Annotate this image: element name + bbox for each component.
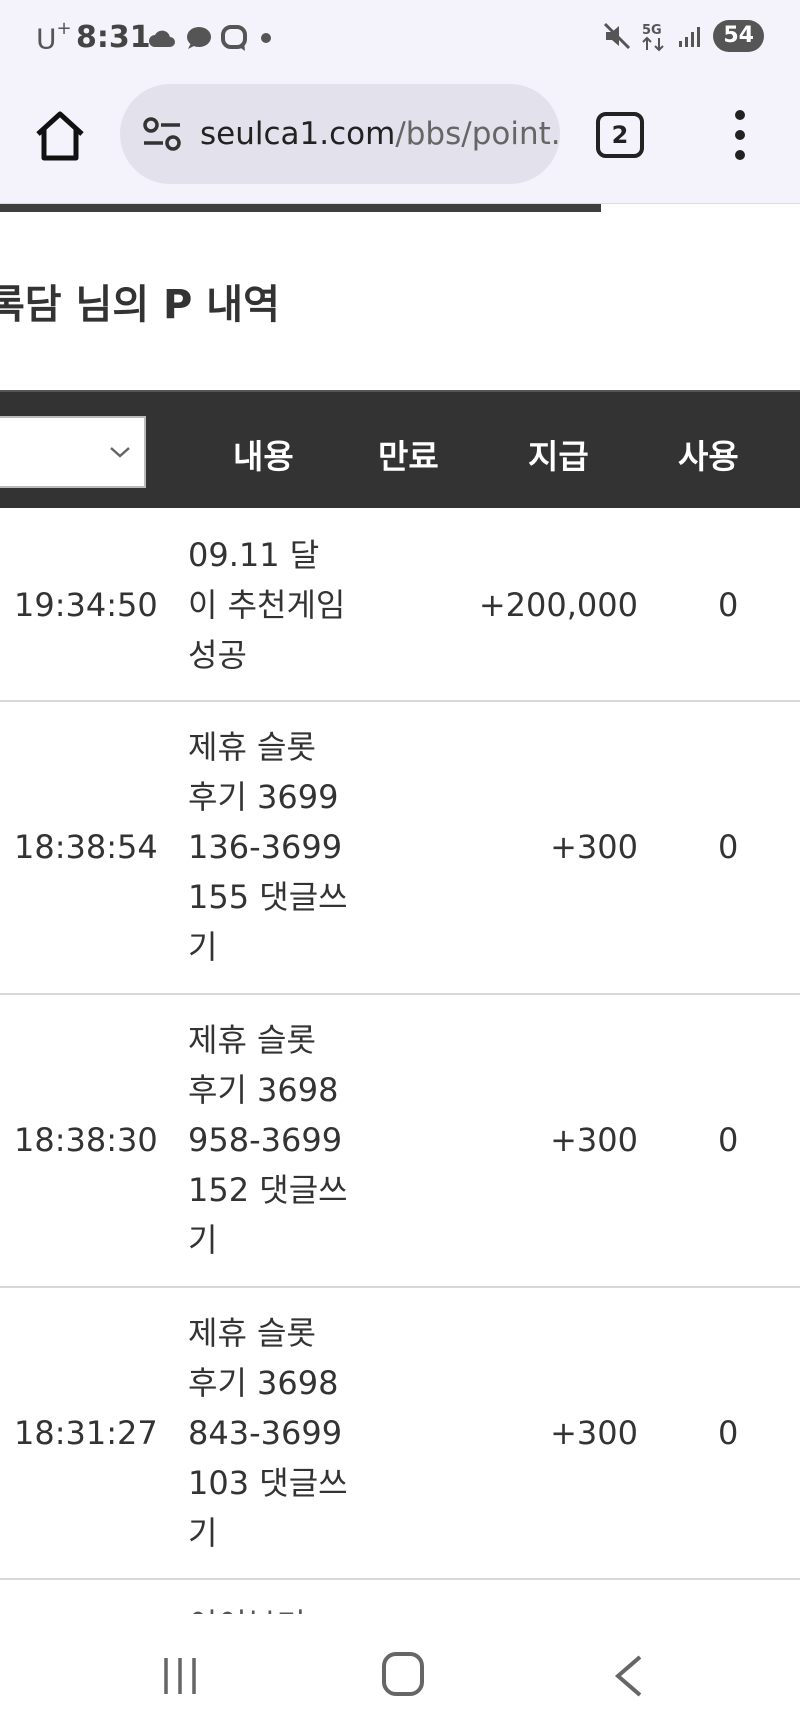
system-icons: 5G 54	[603, 20, 764, 52]
row-description: 이이분기	[188, 1600, 348, 1614]
table-row: 19:34:50 09.11 달이 추천게임 성공 +200,000 0	[0, 508, 800, 702]
svg-text:5G: 5G	[642, 23, 662, 38]
row-description: 제휴 슬롯 후기 3699136-3699155 댓글쓰기	[188, 728, 348, 966]
page-load-progress	[0, 204, 601, 212]
row-time: 19:34:50	[14, 586, 158, 624]
row-time: 18:38:54	[14, 828, 158, 866]
signal-icon	[679, 27, 701, 47]
row-time: 18:31:27	[14, 1414, 158, 1452]
home-icon[interactable]	[30, 106, 90, 166]
system-nav-bar	[0, 1614, 800, 1734]
cloud-icon	[149, 30, 175, 47]
date-select[interactable]	[0, 416, 146, 488]
recent-apps-icon[interactable]	[160, 1656, 200, 1696]
notification-icons	[148, 24, 276, 52]
table-row: 18:38:30 제휴 슬롯 후기 3698958-3699152 댓글쓰기 +…	[0, 995, 800, 1288]
row-used: 0	[718, 828, 739, 866]
row-description: 제휴 슬롯 후기 3698958-3699152 댓글쓰기	[188, 1021, 348, 1259]
tab-switcher-button[interactable]: 2	[596, 112, 644, 158]
row-description: 09.11 달이 추천게임 성공	[188, 536, 346, 674]
header-content: 내용	[233, 437, 294, 476]
table-header: 내용 만료 지급 사용	[0, 390, 800, 508]
more-vert-icon[interactable]	[728, 110, 752, 160]
table-row-partial: 이이분기	[0, 1580, 800, 1614]
row-used: 0	[718, 586, 739, 624]
mute-icon	[604, 22, 631, 50]
row-time: 18:38:30	[14, 1121, 158, 1159]
header-used: 사용	[678, 437, 739, 476]
chat-bubble-icon	[187, 27, 211, 49]
header-expiry: 만료	[378, 437, 439, 476]
row-description: 제휴 슬롯 후기 3698843-3699103 댓글쓰기	[188, 1314, 348, 1552]
nav-home-icon[interactable]	[382, 1652, 424, 1696]
row-amount: +200,000	[478, 586, 638, 624]
back-icon[interactable]	[610, 1654, 646, 1698]
browser-toolbar: seulca1.com/bbs/point.p 2	[0, 78, 800, 204]
header-given: 지급	[528, 437, 589, 476]
table-row: 18:38:54 제휴 슬롯 후기 3699136-3699155 댓글쓰기 +…	[0, 702, 800, 995]
row-amount: +300	[550, 1414, 638, 1452]
carrier-label: U+	[36, 18, 72, 56]
chevron-down-icon	[110, 447, 130, 458]
status-time: 8:31	[76, 20, 151, 55]
battery-indicator: 54	[713, 20, 764, 52]
network-5g-icon: 5G	[642, 23, 665, 52]
row-used: 0	[718, 1414, 739, 1452]
tune-icon[interactable]	[142, 116, 182, 152]
url-text[interactable]: seulca1.com/bbs/point.p	[200, 116, 560, 152]
row-amount: +300	[550, 828, 638, 866]
row-used: 0	[718, 1121, 739, 1159]
address-bar[interactable]: seulca1.com/bbs/point.p	[120, 84, 560, 184]
row-amount: +300	[550, 1121, 638, 1159]
message-icon	[221, 25, 247, 51]
page-title: 록담 님의 P 내역	[0, 282, 280, 328]
status-bar: U+ 8:31 5G 54	[0, 0, 800, 78]
table-row: 18:31:27 제휴 슬롯 후기 3698843-3699103 댓글쓰기 +…	[0, 1288, 800, 1580]
dot-icon	[261, 33, 271, 43]
